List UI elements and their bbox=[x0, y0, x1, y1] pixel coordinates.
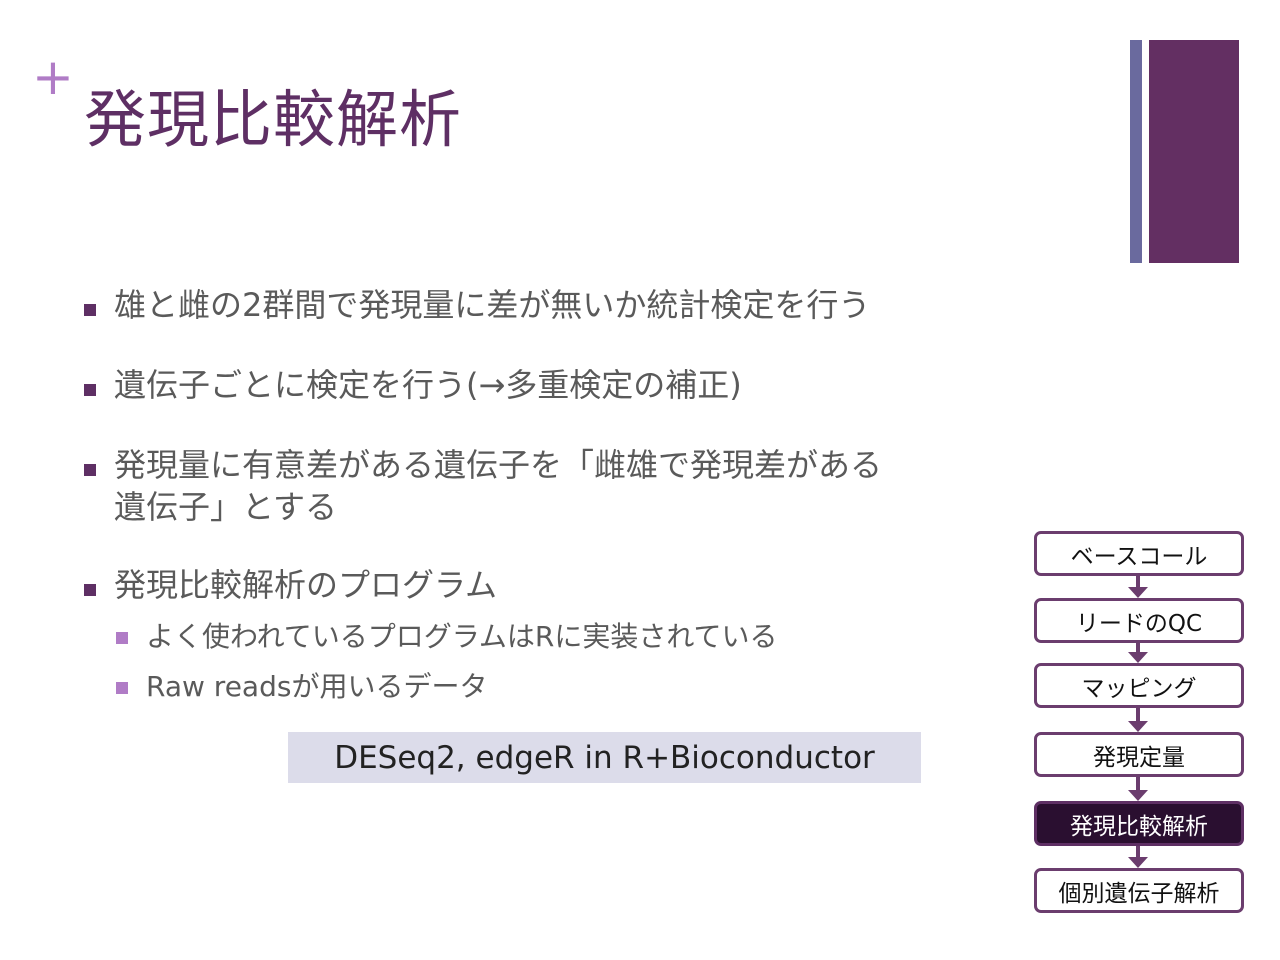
code-highlight-text: DESeq2, edgeR in R+Bioconductor bbox=[334, 739, 875, 776]
bullet-item: 雄と雌の2群間で発現量に差が無いか統計検定を行う bbox=[84, 284, 924, 326]
bullet-item: 遺伝子ごとに検定を行う(→多重検定の補正) bbox=[84, 364, 924, 406]
flow-step-label: リードのQC bbox=[1075, 610, 1203, 637]
sub-bullet-text: よく使われているプログラムはRに実装されている bbox=[146, 620, 778, 653]
bullet-text: 遺伝子ごとに検定を行う(→多重検定の補正) bbox=[114, 366, 742, 404]
sub-bullet-square-icon bbox=[116, 632, 128, 644]
slide-title: 発現比較解析 bbox=[84, 83, 463, 156]
bullet-text: 発現量に有意差がある遺伝子を「雌雄で発現差がある遺伝子」とする bbox=[114, 446, 883, 526]
bullet-text: 発現比較解析のプログラム bbox=[114, 566, 498, 604]
accent-bar-thin bbox=[1130, 40, 1142, 263]
flow-arrow-icon bbox=[1128, 846, 1148, 868]
bullet-square-icon bbox=[84, 384, 96, 396]
sub-bullet-square-icon bbox=[116, 682, 128, 694]
flow-step-basecall: ベースコール bbox=[1034, 531, 1244, 576]
code-highlight-box: DESeq2, edgeR in R+Bioconductor bbox=[288, 732, 921, 783]
flow-step-label: 発現定量 bbox=[1093, 744, 1185, 771]
bullet-square-icon bbox=[84, 584, 96, 596]
flow-step-gene-analysis: 個別遺伝子解析 bbox=[1034, 868, 1244, 913]
accent-bar-thick bbox=[1149, 40, 1239, 263]
bullet-square-icon bbox=[84, 464, 96, 476]
flow-arrow-icon bbox=[1128, 777, 1148, 801]
sub-bullet-text: Raw readsが用いるデータ bbox=[146, 670, 488, 703]
flow-arrow-icon bbox=[1128, 643, 1148, 663]
plus-icon: + bbox=[32, 48, 74, 106]
bullet-square-icon bbox=[84, 304, 96, 316]
flow-arrow-icon bbox=[1128, 576, 1148, 598]
flow-arrow-icon bbox=[1128, 708, 1148, 732]
flow-step-read-qc: リードのQC bbox=[1034, 598, 1244, 643]
sub-bullet-item: よく使われているプログラムはRに実装されている bbox=[116, 618, 778, 656]
flow-step-label: ベースコール bbox=[1070, 543, 1208, 570]
flow-step-differential-expression: 発現比較解析 bbox=[1034, 801, 1244, 846]
flow-step-quantification: 発現定量 bbox=[1034, 732, 1244, 777]
bullet-text: 雄と雌の2群間で発現量に差が無いか統計検定を行う bbox=[114, 286, 871, 324]
flow-step-label: 発現比較解析 bbox=[1070, 813, 1208, 840]
bullet-item: 発現量に有意差がある遺伝子を「雌雄で発現差がある遺伝子」とする bbox=[84, 444, 904, 528]
flow-step-label: 個別遺伝子解析 bbox=[1058, 880, 1220, 907]
flow-step-label: マッピング bbox=[1081, 675, 1197, 702]
flow-step-mapping: マッピング bbox=[1034, 663, 1244, 708]
sub-bullet-item: Raw readsが用いるデータ bbox=[116, 668, 487, 706]
bullet-item: 発現比較解析のプログラム bbox=[84, 564, 924, 606]
